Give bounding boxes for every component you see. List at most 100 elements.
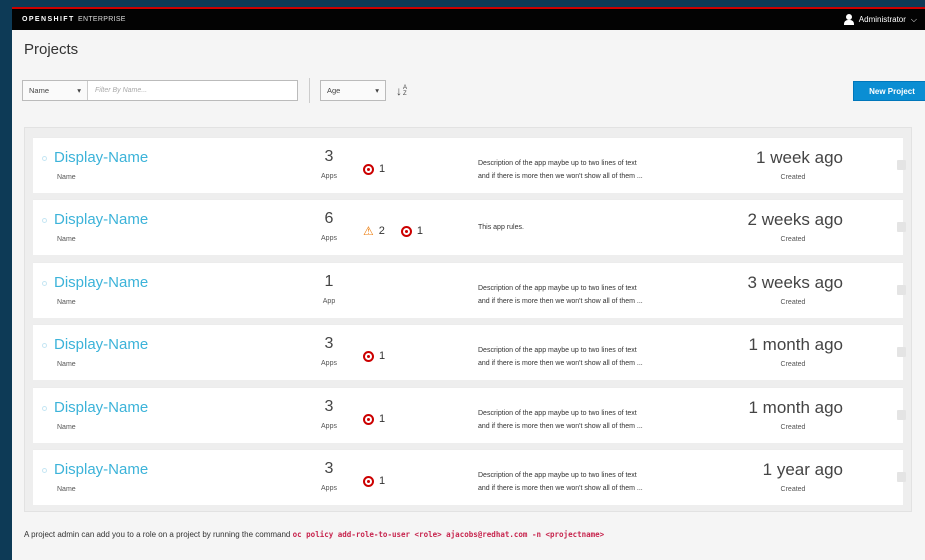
user-menu[interactable]: Administrator ⌵ — [843, 14, 917, 25]
app-count: 3 — [324, 335, 334, 352]
app-count-label: Apps — [321, 485, 337, 492]
project-display-name[interactable]: Display-Name — [54, 461, 148, 478]
status-indicators: 1 — [363, 350, 385, 362]
app-count: 3 — [324, 148, 334, 165]
brand-logo[interactable]: OPENSHIFT ENTERPRISE — [22, 16, 126, 23]
error-circle-icon — [363, 413, 374, 425]
toolbar-divider — [309, 78, 310, 103]
created-time: 1 week ago — [756, 148, 843, 167]
project-display-name[interactable]: Display-Name — [54, 336, 148, 353]
expand-icon[interactable] — [42, 156, 47, 161]
chevron-down-icon: ▾ — [375, 86, 379, 95]
project-row[interactable]: Display-Name Name 3 Apps 1 Description o… — [33, 137, 906, 193]
project-row[interactable]: Display-Name Name 3 Apps 1 Description o… — [33, 324, 906, 380]
status-indicators: 1 — [363, 475, 385, 487]
expand-icon[interactable] — [42, 343, 47, 348]
created-label: Created — [780, 236, 806, 243]
project-name: Name — [57, 486, 76, 493]
expand-icon[interactable] — [42, 281, 47, 286]
error-count: 1 — [416, 225, 424, 237]
filter-group: Name ▾ Filter By Name... — [22, 80, 298, 101]
expand-icon[interactable] — [42, 406, 47, 411]
created-time: 1 month ago — [748, 398, 843, 417]
masthead: OPENSHIFT ENTERPRISE Administrator ⌵ — [12, 9, 925, 30]
filter-field-value: Name — [29, 86, 50, 95]
status-indicators: 1 — [363, 163, 385, 175]
description-line: and if there is more then we won't show … — [478, 485, 643, 492]
help-note: A project admin can add you to a role on… — [24, 530, 604, 539]
created-label: Created — [780, 486, 806, 493]
sort-field-select[interactable]: Age ▾ — [320, 80, 386, 101]
project-row[interactable]: Display-Name Name 3 Apps 1 Description o… — [33, 449, 906, 505]
created-time: 1 month ago — [748, 335, 843, 354]
sort-field-value: Age — [327, 86, 341, 95]
error-count: 1 — [379, 475, 386, 487]
sort-alpha-icon[interactable]: ↓ A Z — [396, 82, 414, 100]
project-display-name[interactable]: Display-Name — [54, 399, 148, 416]
error-count: 1 — [379, 163, 386, 175]
error-circle-icon — [363, 163, 374, 175]
user-name: Administrator — [858, 15, 906, 24]
created-label: Created — [780, 174, 806, 181]
trash-icon[interactable] — [897, 222, 906, 232]
description-line: and if there is more then we won't show … — [478, 423, 643, 430]
help-note-text: A project admin can add you to a role on… — [24, 530, 291, 539]
created-time: 2 weeks ago — [747, 210, 843, 229]
project-name: Name — [57, 174, 76, 181]
app-count-label: App — [322, 298, 336, 305]
app-count: 3 — [324, 460, 334, 477]
error-circle-icon — [400, 225, 412, 237]
expand-icon[interactable] — [42, 468, 47, 473]
project-display-name[interactable]: Display-Name — [54, 274, 148, 291]
project-name: Name — [57, 236, 76, 243]
filter-input[interactable]: Filter By Name... — [88, 81, 297, 100]
trash-icon[interactable] — [897, 347, 906, 357]
project-display-name[interactable]: Display-Name — [54, 149, 148, 166]
created-label: Created — [780, 299, 806, 306]
brand-name: OPENSHIFT — [22, 16, 75, 23]
error-circle-icon — [363, 475, 374, 487]
expand-icon[interactable] — [42, 218, 47, 223]
app-count-label: Apps — [321, 173, 337, 180]
trash-icon[interactable] — [897, 410, 906, 420]
app-count-label: Apps — [321, 360, 337, 367]
description-line: and if there is more then we won't show … — [478, 298, 643, 305]
app-count-label: Apps — [321, 423, 337, 430]
status-indicators: ⚠ 2 1 — [363, 223, 424, 238]
created-time: 1 year ago — [762, 460, 843, 479]
warning-triangle-icon: ⚠ — [363, 223, 374, 238]
created-label: Created — [780, 424, 806, 431]
project-name: Name — [57, 299, 76, 306]
created-time: 3 weeks ago — [747, 273, 843, 292]
user-icon — [843, 14, 854, 25]
app-count: 1 — [324, 273, 334, 290]
project-row[interactable]: Display-Name Name 3 Apps 1 Description o… — [33, 387, 906, 443]
warning-count: 2 — [378, 225, 385, 237]
trash-icon[interactable] — [897, 160, 906, 170]
trash-icon[interactable] — [897, 472, 906, 482]
app-count: 6 — [324, 210, 334, 227]
project-name: Name — [57, 361, 76, 368]
error-count: 1 — [379, 413, 386, 425]
trash-icon[interactable] — [897, 285, 906, 295]
project-name: Name — [57, 424, 76, 431]
page-title: Projects — [24, 41, 79, 58]
chevron-down-icon: ▾ — [77, 86, 81, 95]
app-count: 3 — [324, 398, 334, 415]
error-count: 1 — [379, 350, 386, 362]
filter-field-select[interactable]: Name ▾ — [23, 81, 88, 100]
status-indicators: 1 — [363, 413, 385, 425]
chevron-down-icon: ⌵ — [910, 14, 917, 24]
project-row[interactable]: Display-Name Name 1 App Description of t… — [33, 262, 906, 318]
new-project-button[interactable]: New Project — [853, 81, 925, 101]
error-circle-icon — [363, 350, 374, 362]
created-label: Created — [780, 361, 806, 368]
app-frame: OPENSHIFT ENTERPRISE Administrator ⌵ Pro… — [12, 7, 925, 560]
description-line: and if there is more then we won't show … — [478, 360, 643, 367]
app-count-label: Apps — [321, 235, 337, 242]
project-display-name[interactable]: Display-Name — [54, 211, 148, 228]
toolbar: Name ▾ Filter By Name... Age ▾ ↓ A Z New P… — [22, 78, 925, 106]
project-row[interactable]: Display-Name Name 6 Apps ⚠ 2 1 This app … — [33, 199, 906, 255]
description-line: and if there is more then we won't show … — [478, 173, 643, 180]
project-list: Display-Name Name 3 Apps 1 Description o… — [24, 127, 912, 512]
